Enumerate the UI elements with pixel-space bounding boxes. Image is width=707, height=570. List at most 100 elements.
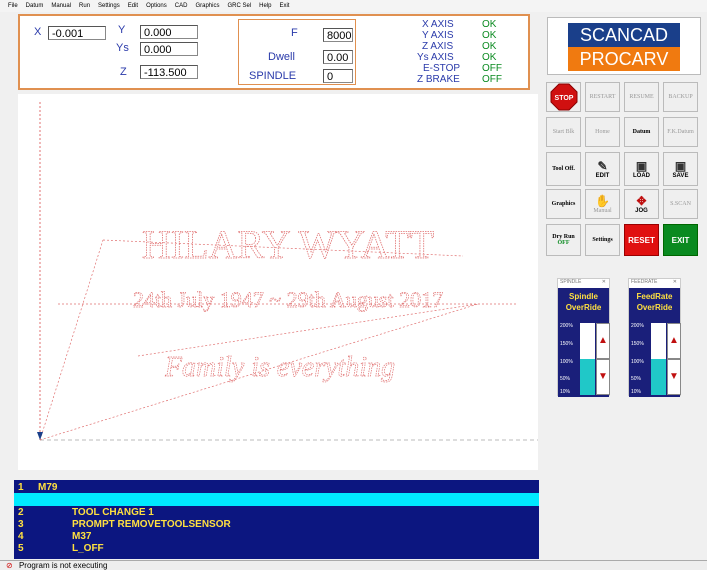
exit-label: EXIT (671, 235, 690, 245)
settings-label: Settings (592, 237, 613, 243)
axis-status-label: E-STOP (423, 63, 461, 74)
graphics-button[interactable]: Graphics (546, 189, 581, 219)
save-button[interactable]: ▣ SAVE (663, 152, 698, 186)
feedrate-override-fill (651, 359, 666, 395)
ys-position-field[interactable]: 0.000 (140, 42, 198, 56)
list-item[interactable]: 5 L_OFF (14, 543, 539, 554)
list-item[interactable]: 4 M37 (14, 531, 539, 542)
z-position-field[interactable]: -113.500 (140, 65, 198, 79)
datum-button[interactable]: Datum (624, 117, 659, 147)
dry-run-state: OFF (557, 240, 570, 246)
list-item[interactable]: 1 M79 (14, 482, 539, 493)
start-block-button[interactable]: Start Blk (546, 117, 581, 147)
scale-label: 200% (560, 323, 573, 329)
move-arrows-icon: ✥ (636, 193, 647, 208)
tool-offset-label: Tool Off. (552, 166, 575, 172)
spindle-override-title: SPINDLE (560, 279, 582, 285)
close-icon[interactable]: ✕ (602, 279, 606, 285)
dwell-field[interactable]: 0.00 (323, 50, 353, 64)
load-button[interactable]: ▣ LOAD (624, 152, 659, 186)
menu-grc-sel[interactable]: GRC Sel (227, 3, 251, 9)
spindle-override-heading-2: OverRide (565, 303, 602, 312)
resume-button[interactable]: RESUME (624, 82, 659, 112)
y-position-field[interactable]: 0.000 (140, 25, 198, 39)
menu-file[interactable]: File (8, 3, 18, 9)
floppy-load-icon: ▣ (635, 158, 648, 173)
toolpath-canvas[interactable]: HILARY WYATT 24th July 1947 ~ 29th Augus… (18, 94, 538, 470)
menu-graphics[interactable]: Graphics (195, 3, 219, 9)
spindle-field[interactable]: 0 (323, 69, 353, 83)
feed-field[interactable]: 8000 (323, 28, 353, 42)
toolpath-preview: HILARY WYATT 24th July 1947 ~ 29th Augus… (37, 102, 538, 441)
backup-button[interactable]: BACKUP (663, 82, 698, 112)
feedrate-decrease-button[interactable]: ▼ (667, 359, 681, 395)
menu-cad[interactable]: CAD (175, 3, 188, 9)
scale-label: 50% (631, 376, 642, 382)
spindle-decrease-button[interactable]: ▼ (596, 359, 610, 395)
svg-text:STOP: STOP (554, 95, 573, 102)
menu-options[interactable]: Options (146, 3, 167, 9)
arrow-up-icon: ▲ (669, 335, 679, 346)
spindle-override-heading: Spindle (569, 292, 598, 301)
dry-run-button[interactable]: Dry Run OFF (546, 224, 581, 256)
manual-button[interactable]: ✋ Manual (585, 189, 620, 219)
restart-button[interactable]: RESTART (585, 82, 620, 112)
spindle-increase-button[interactable]: ▲ (596, 323, 610, 359)
y-label: Y (118, 24, 126, 36)
jog-button[interactable]: ✥ JOG (624, 189, 659, 219)
axis-status-value: OK (482, 41, 497, 52)
backup-label: BACKUP (668, 94, 693, 100)
settings-button[interactable]: Settings (585, 224, 620, 256)
feedrate-override-heading-2: OverRide (636, 303, 673, 312)
menu-datum[interactable]: Datum (26, 3, 44, 9)
engraving-line-motto: Family is everything (164, 352, 395, 383)
resume-label: RESUME (629, 94, 654, 100)
reset-button[interactable]: RESET (624, 224, 659, 256)
close-icon[interactable]: ✕ (673, 279, 677, 285)
menu-settings[interactable]: Settings (98, 3, 120, 9)
arrow-down-icon: ▼ (598, 371, 608, 382)
home-label: Home (595, 129, 610, 135)
tool-offset-button[interactable]: Tool Off. (546, 152, 581, 186)
edit-button[interactable]: ✎ EDIT (585, 152, 620, 186)
engraving-line-dates: 24th July 1947 ~ 29th August 2017 (133, 287, 443, 312)
scale-label: 150% (560, 341, 573, 347)
fk-datum-label: F.K.Datum (667, 129, 694, 135)
menu-edit[interactable]: Edit (128, 3, 138, 9)
feedrate-override-panel: FEEDRATE ✕ FeedRate OverRide 200% 150% 100… (628, 278, 681, 397)
spindle-override-fill (580, 359, 595, 395)
axis-status-label: Z BRAKE (417, 74, 460, 85)
gcode-listing[interactable]: 1 M79 2 TOOL CHANGE 1 3 PROMPT REMOVETOOLSE… (14, 480, 539, 559)
menu-bar: File Datum Manual Run Settings Edit Opti… (0, 0, 707, 12)
menu-help[interactable]: Help (259, 3, 271, 9)
exit-button[interactable]: EXIT (663, 224, 698, 256)
stop-button[interactable]: STOP (546, 82, 581, 112)
axis-status-value: OK (482, 30, 497, 41)
menu-manual[interactable]: Manual (51, 3, 71, 9)
menu-run[interactable]: Run (79, 3, 90, 9)
tool-position-marker (37, 432, 43, 440)
list-item[interactable]: 3 PROMPT REMOVETOOLSENSOR (14, 519, 539, 530)
graphics-label: Graphics (551, 201, 576, 207)
menu-exit[interactable]: Exit (279, 3, 289, 9)
ys-label: Ys (116, 42, 129, 54)
datum-label: Datum (632, 129, 651, 135)
fk-datum-button[interactable]: F.K.Datum (663, 117, 698, 147)
feedrate-increase-button[interactable]: ▲ (667, 323, 681, 359)
start-block-label: Start Blk (552, 129, 575, 135)
feed-params-box: F 8000 Dwell 0.00 SPINDLE 0 (238, 19, 356, 85)
list-item-highlighted[interactable] (14, 493, 539, 506)
x-position-field[interactable]: -0.001 (48, 26, 106, 40)
axis-status-label: X AXIS (422, 19, 454, 30)
sscan-button[interactable]: S.SCAN (663, 189, 698, 219)
feedrate-override-title: FEEDRATE (631, 279, 658, 285)
list-item[interactable]: 2 TOOL CHANGE 1 (14, 507, 539, 518)
position-panel: X -0.001 Y 0.000 Ys 0.000 Z -113.500 F 8… (18, 14, 530, 90)
arrow-up-icon: ▲ (598, 335, 608, 346)
jog-label: JOG (635, 207, 648, 214)
home-button[interactable]: Home (585, 117, 620, 147)
save-label: SAVE (672, 172, 689, 179)
edit-label: EDIT (595, 172, 610, 179)
reset-label: RESET (628, 235, 655, 245)
logo-procarv: PROCARV (568, 47, 680, 71)
